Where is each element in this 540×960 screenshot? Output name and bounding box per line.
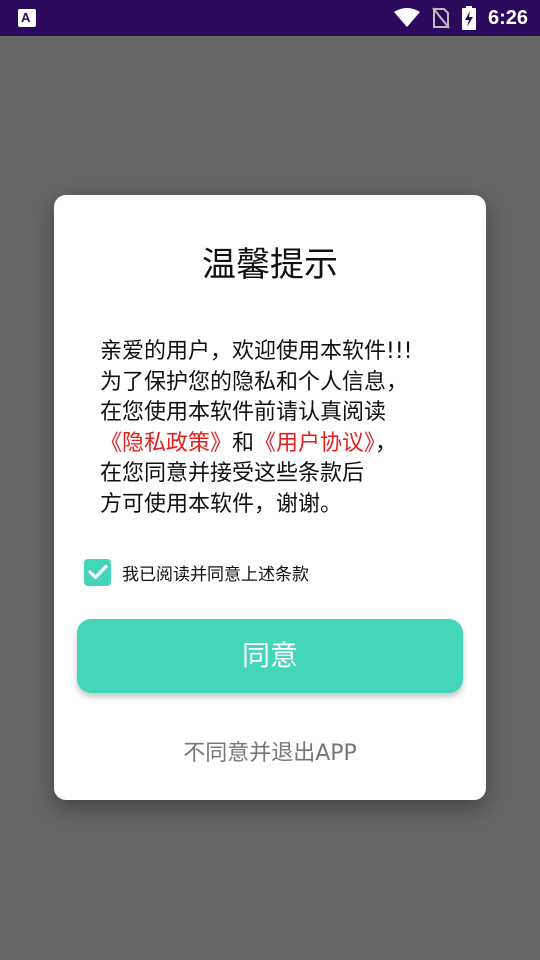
dialog-title: 温馨提示: [202, 245, 338, 285]
status-icons: 6:26: [393, 0, 528, 36]
clock: 6:26: [487, 6, 528, 29]
dialog-message: 亲爱的用户，欢迎使用本软件!!! 为了保护您的隐私和个人信息， 在您使用本软件前…: [100, 337, 460, 520]
agree-checkbox-label[interactable]: 我已阅读并同意上述条款: [122, 560, 309, 585]
battery-charging-icon: [461, 6, 476, 30]
user-agreement-link[interactable]: 《用户协议》: [254, 431, 375, 456]
comma-text: ，: [375, 430, 398, 456]
message-line: 在您同意并接受这些条款后: [100, 461, 365, 486]
check-icon: [87, 564, 108, 580]
status-bar: A 6:26: [0, 0, 540, 36]
disagree-exit-link[interactable]: 不同意并退出APP: [54, 735, 486, 767]
and-text: 和: [232, 430, 255, 456]
app-notification-icon-letter: A: [21, 10, 31, 25]
message-line: 方可使用本软件，谢谢。: [100, 491, 343, 517]
privacy-dialog: 温馨提示 亲爱的用户，欢迎使用本软件!!! 为了保护您的隐私和个人信息， 在您使…: [54, 195, 486, 800]
no-sim-icon: [432, 7, 450, 29]
privacy-policy-link[interactable]: 《隐私政策》: [100, 431, 232, 456]
message-line: 为了保护您的隐私和个人信息，: [100, 369, 409, 395]
message-line: 在您使用本软件前请认真阅读: [100, 400, 387, 425]
app-notification-icon: A: [18, 9, 36, 27]
agree-button[interactable]: 同意: [77, 619, 463, 693]
message-line: 亲爱的用户，欢迎使用本软件!!!: [100, 339, 413, 364]
wifi-icon: [393, 8, 420, 28]
agree-checkbox[interactable]: [84, 558, 111, 586]
message-line-links: 《隐私政策》和《用户协议》，: [100, 429, 460, 460]
agree-terms-row[interactable]: 我已阅读并同意上述条款: [84, 557, 309, 587]
